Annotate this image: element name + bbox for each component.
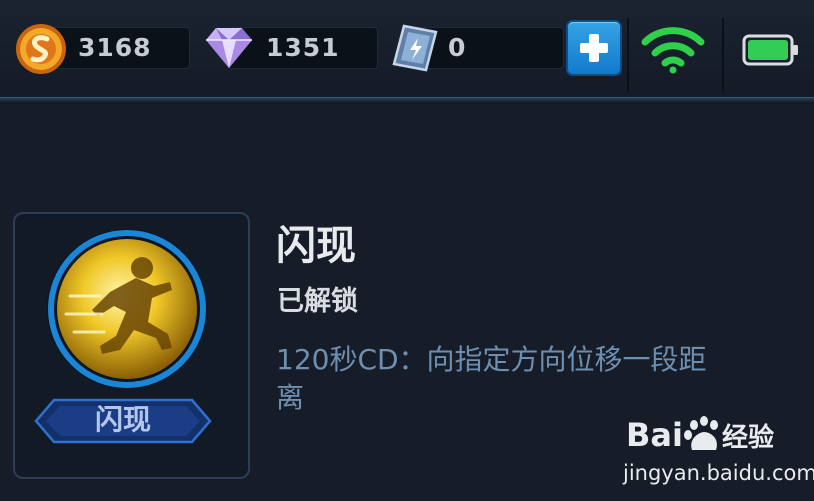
sprinting-figure-icon[interactable]	[44, 226, 210, 392]
baidu-jingyan-watermark: Bai 经验	[626, 416, 774, 454]
purple-diamond-icon	[206, 28, 252, 68]
wifi-icon	[641, 27, 705, 74]
status-divider-2	[722, 18, 724, 92]
gold-value: 3168	[78, 33, 152, 62]
skill-description: 120秒CD：向指定方向位移一段距离	[276, 343, 707, 414]
watermark-url: jingyan.baidu.com	[623, 461, 814, 485]
svg-text:经验: 经验	[722, 422, 774, 453]
diamond-value: 1351	[266, 33, 340, 62]
gold-coin-icon	[16, 24, 66, 74]
skill-name: 闪现	[276, 223, 356, 269]
resource-bar-divider	[0, 97, 814, 104]
status-divider	[627, 18, 629, 92]
svg-text:Bai: Bai	[626, 416, 683, 454]
battery-icon	[742, 34, 798, 66]
voucher-card-icon	[392, 24, 438, 72]
skill-badge-label: 闪现	[94, 403, 151, 436]
add-currency-button[interactable]	[568, 22, 620, 74]
voucher-value: 0	[448, 33, 467, 62]
skill-status: 已解锁	[277, 286, 358, 317]
